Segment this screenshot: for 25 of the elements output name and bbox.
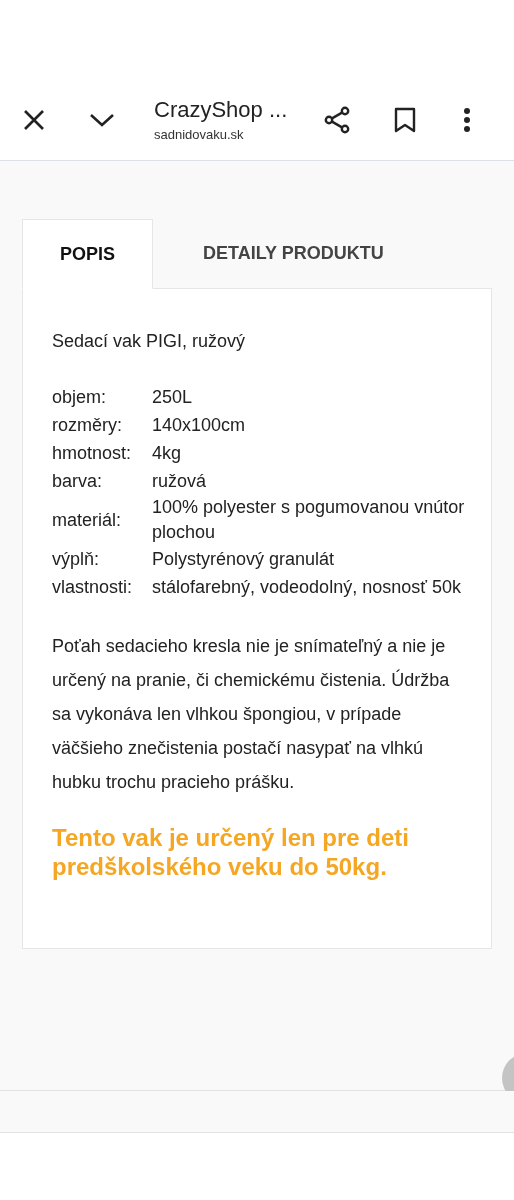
spec-value: 250L [152, 385, 193, 409]
spec-label: hmotnost: [52, 442, 133, 465]
spec-value: stálofarebný, vodeodolný, nosnosť 50k [152, 575, 461, 599]
close-icon [23, 109, 45, 131]
spec-label: materiál: [52, 509, 123, 532]
spec-value: 100% polyester s pogumovanou vnútor plochou [152, 496, 465, 544]
spec-label: barva: [52, 470, 104, 493]
bookmark-icon [394, 107, 416, 133]
spec-value: 140x100cm [152, 413, 246, 437]
tab[interactable]: POPIS [22, 219, 154, 289]
spec-label: výplň: [52, 548, 101, 571]
spec-label: rozměry: [52, 414, 123, 437]
description-paragraph: Poťah sedacieho kresla nie je snímateľný a nie je určený na pranie, či chemickému čistenia. Údržba sa vykonáva len vlhkou špongiou, v prípade väčšieho znečistenia postačí nasypať na vlhkú hubku trochu pracieho prášku. [52, 635, 451, 794]
spec-value: Polystyrénový granulát [152, 547, 335, 571]
spec-value: 4kg [152, 441, 182, 465]
chevron-down-icon [89, 112, 115, 128]
product-title: Sedací vak PIGI, ružový [52, 330, 247, 353]
more-icon [463, 107, 471, 133]
spec-label: objem: [52, 386, 108, 409]
age-notice: Tento vak je určený len pre deti predškolského veku do 50kg. [52, 823, 410, 881]
page-title: CrazyShop ... [154, 96, 289, 124]
spec-label: vlastnosti: [52, 576, 134, 599]
share-icon [323, 106, 351, 134]
spec-value: ružová [152, 469, 207, 493]
page-url: sadnidovaku.sk [154, 126, 245, 144]
